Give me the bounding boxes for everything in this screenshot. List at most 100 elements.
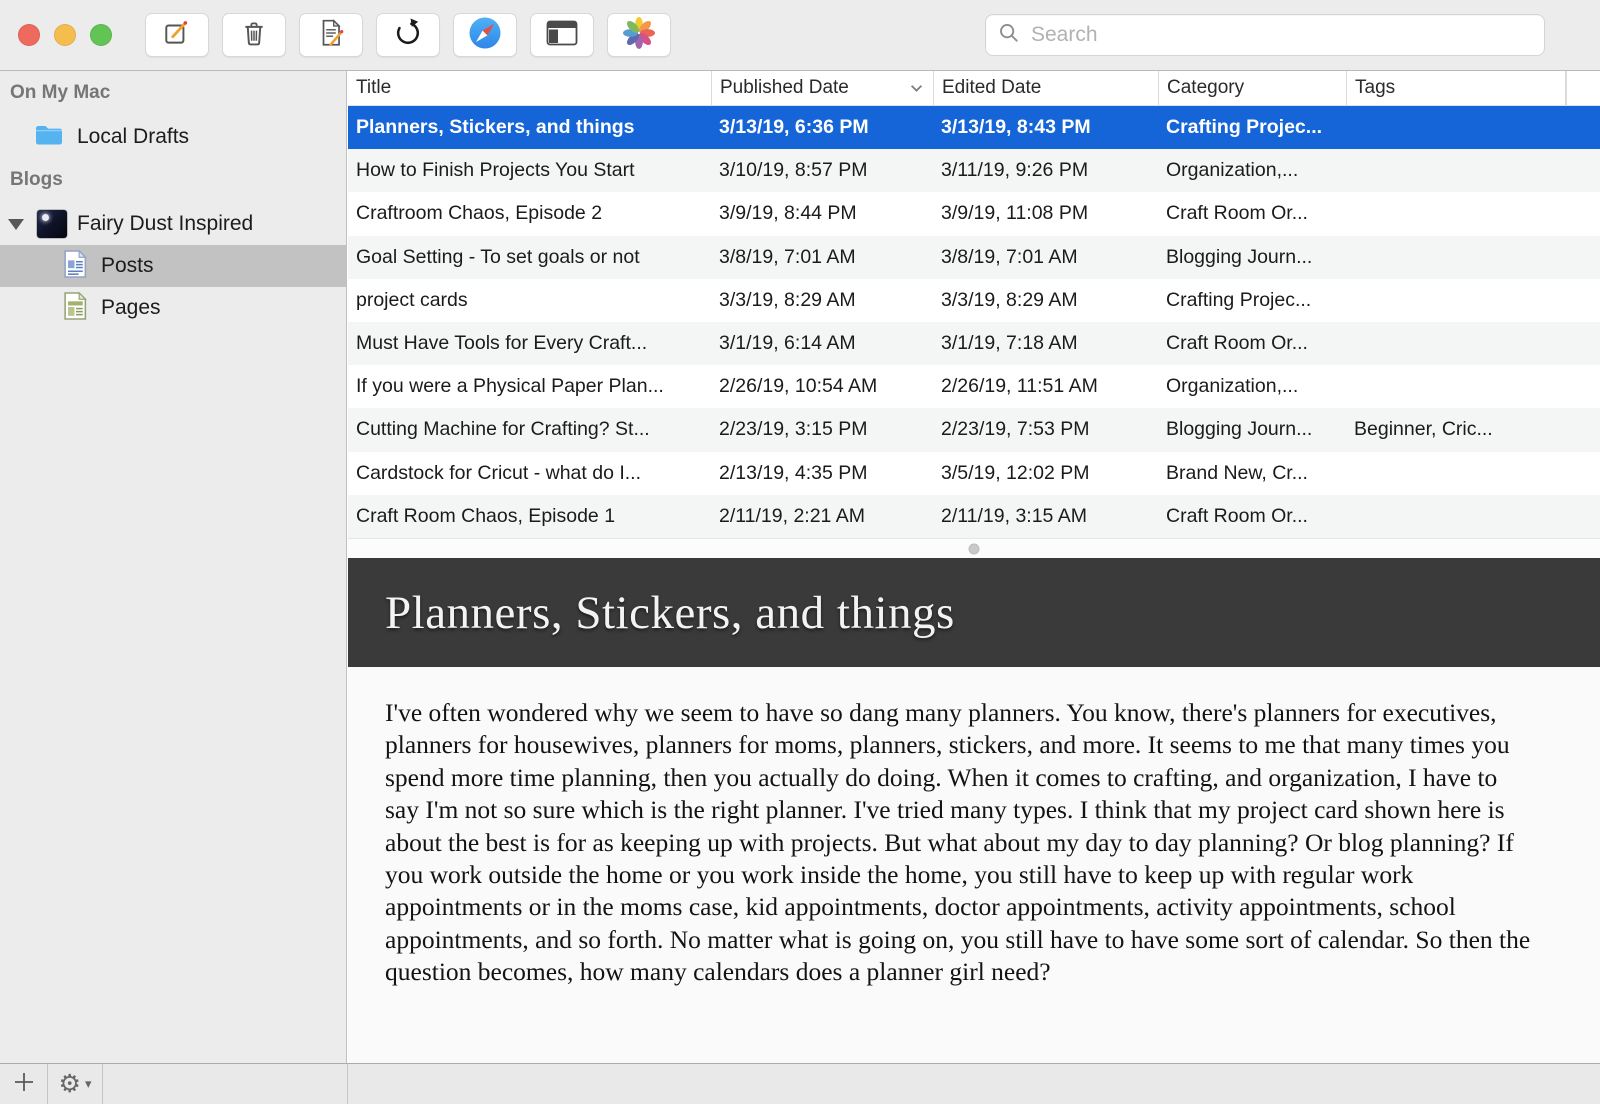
main-pane: Title Published Date Edited Date Categor… [348,71,1600,1063]
cell-title: Goal Setting - To set goals or not [356,245,640,268]
media-browser-button[interactable] [607,13,671,57]
sidebar-item-label: Local Drafts [77,125,190,148]
cell-published-date: 2/26/19, 10:54 AM [719,375,878,398]
cell-category: Craft Room Or... [1166,332,1308,355]
blog-favicon [37,210,67,238]
cell-published-date: 2/13/19, 4:35 PM [719,461,868,484]
minimize-button[interactable] [54,24,76,46]
cell-edited-date: 2/23/19, 7:53 PM [941,418,1090,441]
cell-title: project cards [356,288,468,311]
preview-post-body: I've often wondered why we seem to have … [385,698,1531,987]
column-header-published-date[interactable]: Published Date [711,71,933,105]
cell-category: Organization,... [1166,159,1299,182]
edit-post-button[interactable] [299,13,363,57]
cell-title: Must Have Tools for Every Craft... [356,332,648,355]
disclosure-triangle-icon[interactable] [8,218,24,230]
cell-published-date: 3/3/19, 8:29 AM [719,288,856,311]
sidebar-item-label: Fairy Dust Inspired [77,212,254,235]
table-row[interactable]: Craft Room Chaos, Episode 1 2/11/19, 2:2… [348,494,1600,538]
table-row[interactable]: Cutting Machine for Crafting? St... 2/23… [348,408,1600,452]
view-layout-button[interactable] [530,13,594,57]
cell-edited-date: 2/11/19, 3:15 AM [941,504,1087,527]
column-header-spacer [1566,71,1600,105]
cell-category: Crafting Projec... [1166,116,1323,139]
cell-title: Cardstock for Cricut - what do I... [356,461,642,484]
cell-title: Craftroom Chaos, Episode 2 [356,202,603,225]
cell-category: Craft Room Or... [1166,202,1308,225]
sidebar: On My Mac Local Drafts Blogs Fairy Dust … [0,71,347,1063]
add-button[interactable] [0,1064,48,1104]
table-row[interactable]: How to Finish Projects You Start 3/10/19… [348,149,1600,193]
cell-published-date: 3/10/19, 8:57 PM [719,159,868,182]
column-header-category[interactable]: Category [1158,71,1346,105]
cell-category: Blogging Journ... [1166,245,1313,268]
table-row[interactable]: Craftroom Chaos, Episode 2 3/9/19, 8:44 … [348,192,1600,236]
cell-published-date: 2/23/19, 3:15 PM [719,418,868,441]
trash-button[interactable] [222,13,286,57]
refresh-icon [393,17,423,53]
search-input[interactable] [1029,22,1532,48]
gear-icon: ⚙ [58,1069,81,1098]
table-row[interactable]: If you were a Physical Paper Plan... 2/2… [348,365,1600,409]
columns-layout-icon [546,20,578,51]
cell-title: Craft Room Chaos, Episode 1 [356,504,616,527]
preview-title-bar: Planners, Stickers, and things [348,558,1600,667]
cell-published-date: 3/1/19, 6:14 AM [719,332,856,355]
folder-icon [35,124,63,151]
pages-document-icon [62,291,89,326]
posts-document-icon [62,249,89,284]
zoom-button[interactable] [90,24,112,46]
cell-edited-date: 3/5/19, 12:02 PM [941,461,1090,484]
cell-title: Cutting Machine for Crafting? St... [356,418,650,441]
cell-edited-date: 2/26/19, 11:51 AM [941,375,1098,398]
sidebar-divider [347,1064,348,1104]
trash-icon [240,19,268,52]
table-row[interactable]: Goal Setting - To set goals or not 3/8/1… [348,235,1600,279]
cell-category: Brand New, Cr... [1166,461,1308,484]
sidebar-item-pages[interactable]: Pages [0,287,346,329]
table-row[interactable]: Must Have Tools for Every Craft... 3/1/1… [348,321,1600,366]
splitter-handle[interactable] [968,543,980,554]
open-in-browser-button[interactable] [453,13,517,57]
cell-published-date: 3/13/19, 6:36 PM [719,116,869,139]
cell-edited-date: 3/9/19, 11:08 PM [941,202,1089,225]
table-row[interactable]: project cards 3/3/19, 8:29 AM 3/3/19, 8:… [348,278,1600,322]
table-header: Title Published Date Edited Date Categor… [348,71,1600,106]
preview-body-pane[interactable]: I've often wondered why we seem to have … [348,667,1600,1063]
sort-chevron-icon [910,84,923,93]
bottom-bar: ⚙ ▾ [0,1063,1600,1104]
sidebar-item-label: Pages [101,296,161,319]
photos-flower-icon [621,15,657,56]
traffic-lights [18,24,112,46]
column-header-title[interactable]: Title [348,71,711,105]
search-field[interactable] [985,14,1545,56]
sidebar-item-blog[interactable]: Fairy Dust Inspired [0,203,346,245]
column-header-edited-date[interactable]: Edited Date [933,71,1158,105]
table-row[interactable]: Planners, Stickers, and things 3/13/19, … [348,106,1600,150]
cell-title: How to Finish Projects You Start [356,159,635,182]
section-header-on-my-mac: On My Mac [10,82,111,103]
document-edit-icon [316,18,346,53]
column-header-tags[interactable]: Tags [1346,71,1566,105]
pane-splitter[interactable] [348,538,1600,558]
cell-edited-date: 3/1/19, 7:18 AM [941,332,1078,355]
cell-category: Crafting Projec... [1166,288,1312,311]
action-menu-button[interactable]: ⚙ ▾ [48,1064,103,1104]
close-button[interactable] [18,24,40,46]
cell-category: Organization,... [1166,375,1299,398]
cell-published-date: 2/11/19, 2:21 AM [719,504,865,527]
caret-down-icon: ▾ [84,1076,92,1091]
cell-edited-date: 3/11/19, 9:26 PM [941,159,1089,182]
sidebar-item-local-drafts[interactable]: Local Drafts [0,116,346,158]
table-row[interactable]: Cardstock for Cricut - what do I... 2/13… [348,451,1600,495]
sidebar-item-label: Posts [101,254,154,277]
toolbar [0,0,1600,71]
table-rows: Planners, Stickers, and things 3/13/19, … [348,106,1600,538]
safari-compass-icon [467,15,503,56]
compose-button[interactable] [145,13,209,57]
refresh-button[interactable] [376,13,440,57]
section-header-blogs: Blogs [10,169,63,190]
search-icon [998,22,1020,49]
sidebar-item-posts[interactable]: Posts [0,245,346,287]
cell-category: Blogging Journ... [1166,418,1313,441]
